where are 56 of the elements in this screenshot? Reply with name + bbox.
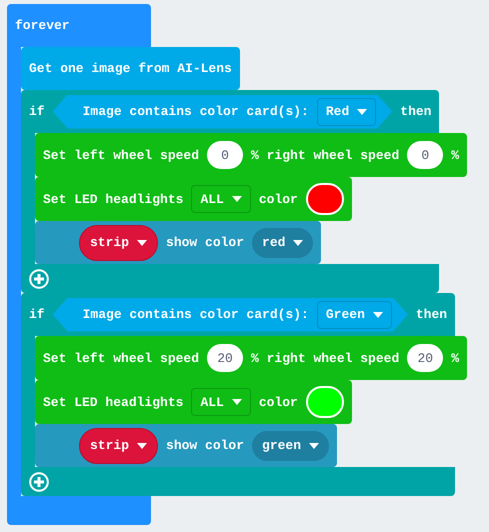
- block-label: % right wheel speed: [251, 350, 400, 366]
- color-dropdown[interactable]: green: [252, 430, 330, 460]
- color-swatch[interactable]: [306, 183, 344, 215]
- color-swatch[interactable]: [306, 386, 344, 418]
- strip-block[interactable]: strip show color red: [35, 221, 322, 264]
- block-label: show color: [166, 235, 244, 250]
- color-card-dropdown[interactable]: Green: [316, 300, 392, 328]
- unit-label: %: [451, 148, 460, 162]
- number-field[interactable]: 0: [207, 141, 244, 169]
- block-label: Set LED headlights: [43, 394, 184, 410]
- condition-block[interactable]: Image contains color card(s): Green: [52, 298, 408, 332]
- strip-dropdown[interactable]: strip: [79, 428, 158, 464]
- caret-icon: [232, 399, 242, 405]
- block-label: Set LED headlights: [43, 192, 184, 206]
- number-field[interactable]: 0: [407, 141, 444, 169]
- condition-block[interactable]: Image contains color card(s): Red: [52, 94, 392, 128]
- statement-block[interactable]: Get one image from AI-Lens: [21, 47, 240, 90]
- block-label: Set left wheel speed: [43, 148, 200, 162]
- number-field[interactable]: 20: [407, 344, 444, 372]
- headlights-block[interactable]: Set LED headlights ALL color: [35, 380, 352, 424]
- wheel-speed-block[interactable]: Set left wheel speed 0 % right wheel speed 0 %: [35, 133, 468, 177]
- block-label: color: [258, 192, 298, 206]
- block-label: Get one image from AI-Lens: [29, 61, 232, 76]
- if-block[interactable]: if Image contains color card(s): Red then Set left wheel speed 0 % right wheel speed 0 % Set LED headlights ALL color strip show color red: [21, 90, 468, 293]
- block-label: if: [29, 104, 45, 119]
- caret-icon: [137, 240, 148, 246]
- add-icon[interactable]: [29, 268, 49, 288]
- headlights-block[interactable]: Set LED headlights ALL color: [35, 177, 352, 221]
- block-label: % right wheel speed: [251, 148, 400, 162]
- headlight-dropdown[interactable]: ALL: [191, 185, 251, 213]
- caret-icon: [372, 312, 383, 318]
- number-field[interactable]: 20: [207, 344, 244, 372]
- caret-icon: [232, 196, 242, 202]
- forever-block[interactable]: [7, 4, 468, 525]
- wheel-speed-block[interactable]: Set left wheel speed 20 % right wheel speed 20 %: [35, 336, 468, 380]
- caret-icon: [309, 442, 320, 448]
- caret-icon: [137, 442, 148, 448]
- block-label: then: [416, 307, 448, 322]
- block-label: forever: [15, 18, 70, 33]
- color-dropdown[interactable]: red: [252, 228, 314, 258]
- unit-label: %: [451, 350, 460, 366]
- block-label: Set left wheel speed: [43, 350, 200, 366]
- block-label: color: [258, 394, 298, 410]
- condition-label: Image contains color card(s):: [82, 104, 309, 119]
- strip-block[interactable]: strip show color green: [35, 424, 338, 467]
- block-label: if: [29, 307, 45, 322]
- strip-dropdown[interactable]: strip: [79, 224, 158, 260]
- caret-icon: [293, 240, 304, 246]
- condition-label: Image contains color card(s):: [82, 307, 309, 322]
- color-card-dropdown[interactable]: Red: [316, 98, 376, 126]
- caret-icon: [357, 108, 368, 114]
- headlight-dropdown[interactable]: ALL: [191, 388, 251, 416]
- if-block[interactable]: if Image contains color card(s): Green then Set left wheel speed 20 % right wheel speed 20 % Set LED headlights ALL color strip show color green: [21, 293, 468, 496]
- block-label: then: [400, 104, 432, 119]
- block-label: show color: [166, 438, 244, 453]
- add-icon[interactable]: [29, 472, 49, 492]
